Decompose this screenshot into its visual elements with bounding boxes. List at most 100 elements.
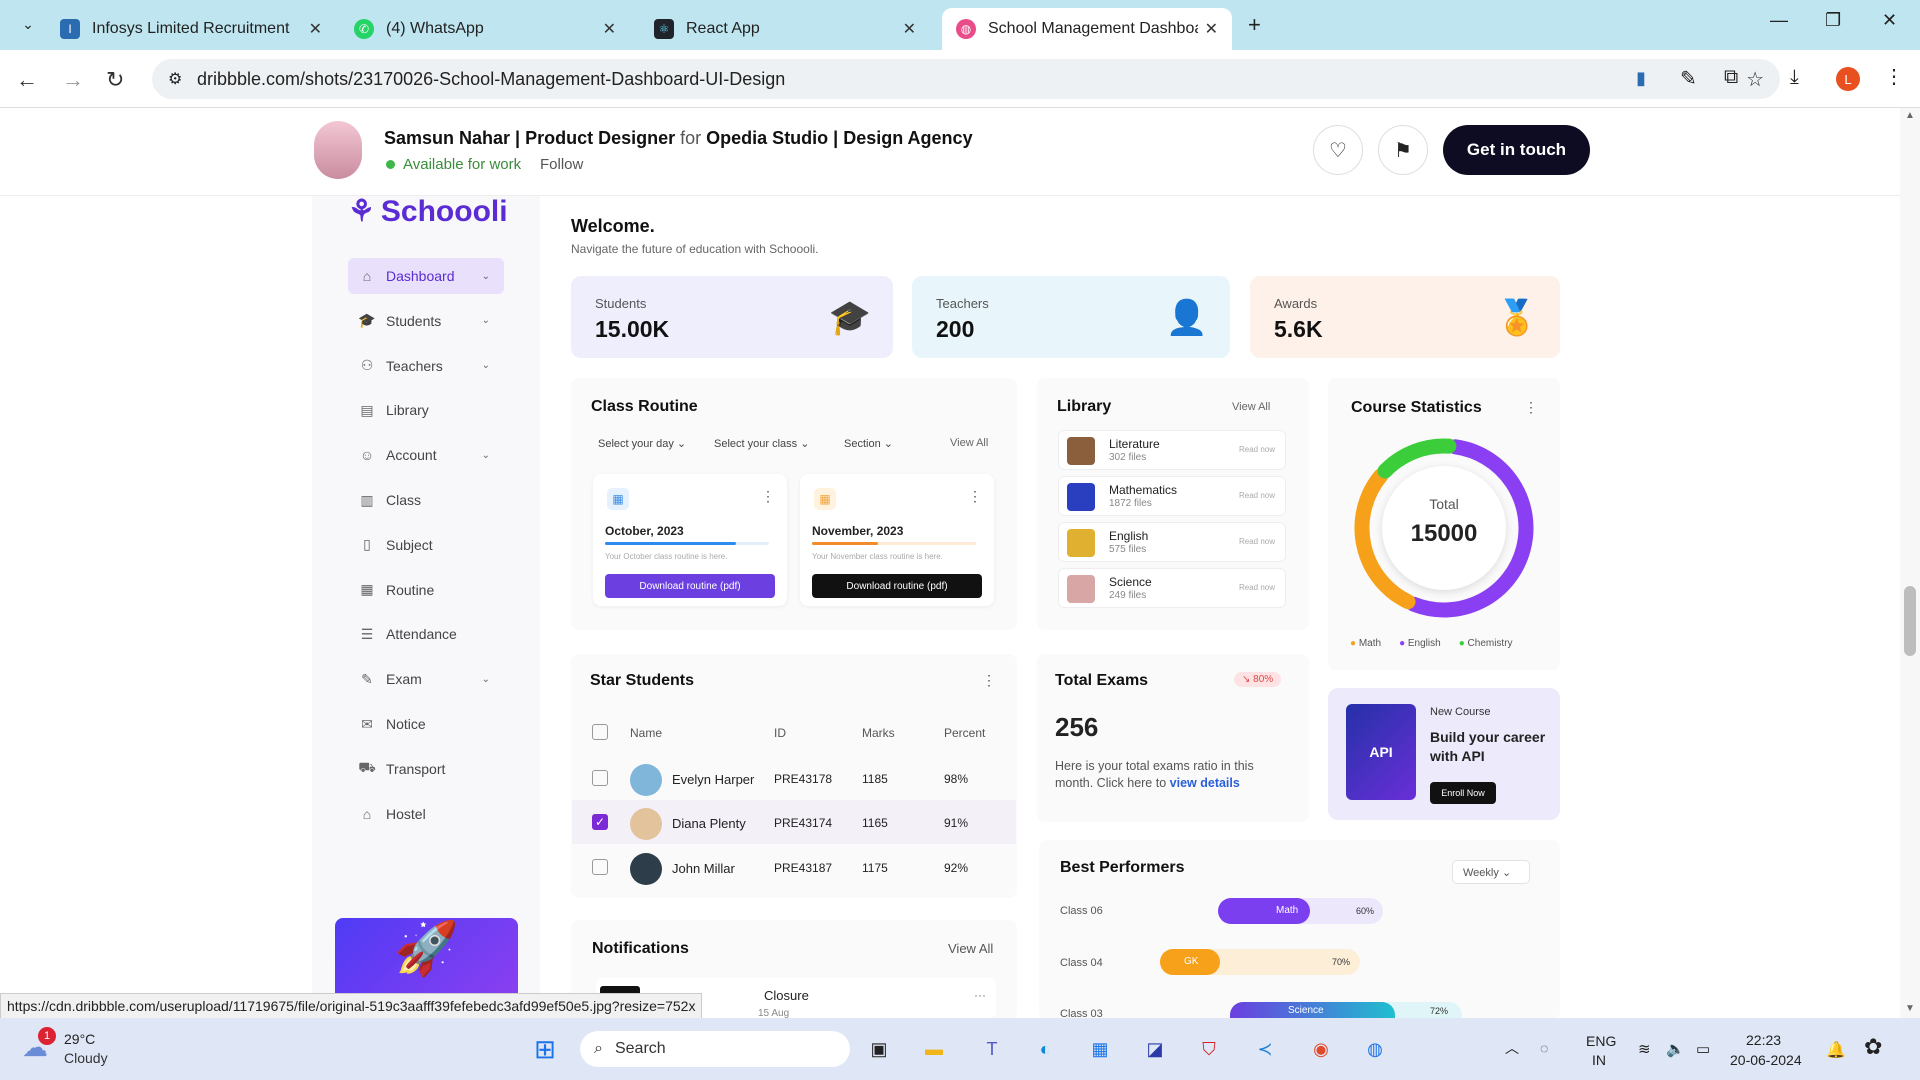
- edge-icon[interactable]: ◐: [1028, 1032, 1062, 1066]
- library-item[interactable]: Literature 302 files Read now: [1058, 430, 1286, 470]
- battery-icon[interactable]: ▭: [1696, 1040, 1710, 1058]
- sidebar-item-routine[interactable]: ▦ Routine: [348, 572, 504, 608]
- sidebar-item-dashboard[interactable]: ⌂ Dashboard ⌄: [348, 258, 504, 294]
- stat-card-teachers[interactable]: Teachers 200 👤: [912, 276, 1230, 358]
- restore-icon[interactable]: ❐: [1825, 10, 1841, 31]
- stat-card-awards[interactable]: Awards 5.6K 🏅: [1250, 276, 1560, 358]
- tab-school-dashboard[interactable]: ◍ School Management Dashboard ✕: [942, 8, 1232, 50]
- mcafee-icon[interactable]: ⛉: [1192, 1032, 1226, 1066]
- close-icon[interactable]: ✕: [309, 19, 322, 39]
- library-view-all-link[interactable]: View All: [1232, 401, 1270, 413]
- back-icon[interactable]: ←: [16, 67, 38, 93]
- more-options-icon[interactable]: ···: [974, 988, 986, 1002]
- chevron-down-icon[interactable]: ⌄: [482, 271, 490, 282]
- new-tab-icon[interactable]: +: [1248, 12, 1261, 38]
- profile-avatar[interactable]: L: [1836, 67, 1860, 91]
- scrollbar-thumb[interactable]: [1904, 586, 1916, 656]
- sidebar-item-transport[interactable]: ⛟ Transport: [348, 751, 504, 787]
- section-select[interactable]: Section ⌄: [844, 437, 893, 450]
- sidebar-item-attendance[interactable]: ☰ Attendance: [348, 616, 504, 652]
- clock-time[interactable]: 22:23: [1746, 1032, 1781, 1048]
- url-input[interactable]: ⚙ dribbble.com/shots/23170026-School-Man…: [152, 59, 1780, 99]
- file-explorer-icon[interactable]: ▬: [917, 1032, 951, 1066]
- sidebar-item-students[interactable]: 🎓 Students ⌄: [348, 303, 504, 339]
- notifications-view-all-link[interactable]: View All: [948, 941, 993, 956]
- window-close-icon[interactable]: ✕: [1882, 10, 1897, 31]
- minimize-icon[interactable]: —: [1770, 10, 1788, 31]
- task-view-icon[interactable]: ▣: [862, 1032, 896, 1066]
- sidebar-item-notice[interactable]: ✉ Notice: [348, 706, 504, 742]
- bookmark-star-icon[interactable]: ☆: [1746, 67, 1764, 92]
- close-icon[interactable]: ✕: [903, 19, 916, 39]
- chevron-up-icon[interactable]: ︿: [1505, 1038, 1519, 1058]
- row-checkbox[interactable]: [592, 859, 608, 875]
- teams-icon[interactable]: T: [975, 1032, 1009, 1066]
- sidebar-item-exam[interactable]: ✎ Exam ⌄: [348, 661, 504, 697]
- menu-kebab-icon[interactable]: ⋮: [1884, 64, 1904, 89]
- day-select[interactable]: Select your day ⌄: [598, 437, 686, 450]
- chevron-down-icon[interactable]: ⌄: [482, 360, 490, 371]
- like-heart-icon[interactable]: ♡: [1313, 125, 1363, 175]
- chrome-icon[interactable]: ◉: [1304, 1032, 1338, 1066]
- sidebar-item-library[interactable]: ▤ Library: [348, 392, 504, 428]
- extensions-puzzle-icon[interactable]: ⧉: [1724, 66, 1738, 89]
- table-row[interactable]: ✓ Diana Plenty PRE43174 1165 91%: [572, 800, 1016, 844]
- scroll-down-icon[interactable]: ▼: [1905, 1003, 1915, 1014]
- tab-whatsapp[interactable]: ✆ (4) WhatsApp ✕: [340, 8, 630, 50]
- agency-name[interactable]: Opedia Studio | Design Agency: [706, 128, 972, 148]
- routine-view-all-link[interactable]: View All: [950, 437, 988, 449]
- language-line1[interactable]: ENG: [1586, 1033, 1616, 1049]
- sidebar-item-account[interactable]: ☺ Account ⌄: [348, 437, 504, 473]
- chevron-down-icon[interactable]: ⌄: [482, 674, 490, 685]
- follow-link[interactable]: Follow: [540, 156, 583, 173]
- extension-icon[interactable]: ▮: [1636, 68, 1646, 89]
- stat-card-students[interactable]: Students 15.00K 🎓: [571, 276, 893, 358]
- close-icon[interactable]: ✕: [1205, 19, 1218, 39]
- sidebar-item-subject[interactable]: ▯ Subject: [348, 527, 504, 563]
- taskbar-search-input[interactable]: ⌕ Search: [580, 1031, 850, 1067]
- eyedropper-icon[interactable]: ✎: [1680, 66, 1697, 91]
- class-select[interactable]: Select your class ⌄: [714, 437, 809, 450]
- site-info-icon[interactable]: ⚙: [168, 69, 182, 89]
- table-row[interactable]: Evelyn Harper PRE43178 1185 98%: [572, 756, 1016, 800]
- performer-bar[interactable]: Science 72%: [1230, 1002, 1462, 1018]
- download-routine-november-button[interactable]: Download routine (pdf): [812, 574, 982, 598]
- enroll-now-button[interactable]: Enroll Now: [1430, 782, 1496, 804]
- more-options-icon[interactable]: ⋮: [968, 488, 982, 505]
- designer-avatar[interactable]: [314, 121, 362, 179]
- download-routine-october-button[interactable]: Download routine (pdf): [605, 574, 775, 598]
- tab-react[interactable]: ⚛ React App ✕: [640, 8, 930, 50]
- view-details-link[interactable]: view details: [1170, 776, 1240, 790]
- sidebar-item-teachers[interactable]: ⚇ Teachers ⌄: [348, 348, 504, 384]
- notification-bell-icon[interactable]: 🔔: [1826, 1040, 1846, 1060]
- network-status-icon[interactable]: ◌: [1540, 1040, 1548, 1056]
- library-item[interactable]: English 575 files Read now: [1058, 522, 1286, 562]
- library-item[interactable]: Science 249 files Read now: [1058, 568, 1286, 608]
- vscode-icon[interactable]: ≺: [1248, 1032, 1282, 1066]
- table-row[interactable]: John Millar PRE43187 1175 92%: [572, 845, 1016, 889]
- copilot-icon[interactable]: ✿: [1864, 1034, 1882, 1060]
- scroll-up-icon[interactable]: ▲: [1905, 110, 1915, 121]
- performer-bar[interactable]: Math 60%: [1218, 898, 1383, 924]
- volume-icon[interactable]: 🔈: [1666, 1040, 1685, 1058]
- period-select[interactable]: Weekly ⌄: [1452, 860, 1530, 884]
- more-options-icon[interactable]: ⋮: [761, 488, 775, 505]
- get-in-touch-button[interactable]: Get in touch: [1443, 125, 1590, 175]
- tab-infosys[interactable]: I Infosys Limited Recruitment ✕: [46, 8, 336, 50]
- designer-name[interactable]: Samsun Nahar | Product Designer: [384, 128, 675, 148]
- close-icon[interactable]: ✕: [603, 19, 616, 39]
- forward-icon[interactable]: →: [62, 67, 84, 93]
- language-line2[interactable]: IN: [1592, 1052, 1606, 1068]
- tab-search-icon[interactable]: ⌄: [14, 10, 42, 38]
- library-item[interactable]: Mathematics 1872 files Read now: [1058, 476, 1286, 516]
- download-icon[interactable]: ⤓: [1790, 66, 1799, 89]
- save-bookmark-icon[interactable]: ⚑: [1378, 125, 1428, 175]
- store-icon[interactable]: ▦: [1083, 1032, 1117, 1066]
- wifi-icon[interactable]: ≋: [1638, 1040, 1651, 1058]
- row-checkbox[interactable]: ✓: [592, 814, 608, 830]
- more-options-icon[interactable]: ⋮: [1524, 399, 1538, 416]
- sidebar-item-class[interactable]: ▥ Class: [348, 482, 504, 518]
- select-all-checkbox[interactable]: [592, 724, 608, 740]
- windows-start-icon[interactable]: ⊞: [528, 1032, 562, 1066]
- clock-date[interactable]: 20-06-2024: [1730, 1052, 1802, 1068]
